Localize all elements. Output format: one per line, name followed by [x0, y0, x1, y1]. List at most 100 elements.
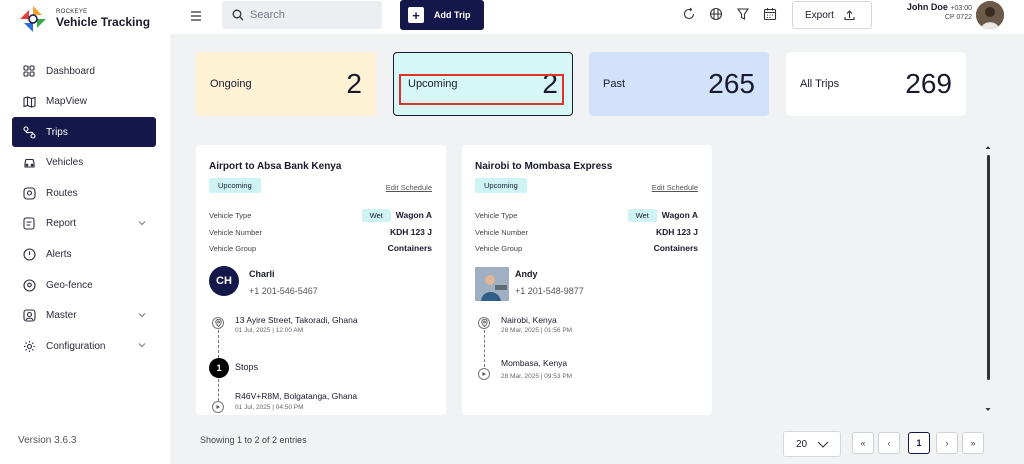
vehicle-type-value: Wagon A — [395, 210, 432, 220]
top-bar: Search + Add Trip Export John Doe +03:00… — [170, 0, 1024, 34]
driver-phone: +1 201-548-9877 — [515, 286, 584, 296]
vehicle-group-value: Containers — [653, 243, 698, 253]
vehicle-type-tag: Wet — [361, 208, 391, 222]
last-page-button[interactable]: » — [962, 432, 984, 454]
sidebar-item-mapview[interactable]: MapView — [12, 87, 156, 117]
report-icon — [22, 217, 36, 231]
stat-card-past[interactable]: Past 265 — [589, 52, 769, 116]
edit-schedule-link[interactable]: Edit Schedule — [386, 183, 432, 192]
sidebar-item-dashboard[interactable]: Dashboard — [12, 56, 156, 86]
stat-card-ongoing[interactable]: Ongoing 2 — [196, 52, 376, 116]
scroll-up-icon[interactable] — [985, 145, 991, 150]
grid-icon — [22, 64, 36, 78]
stat-label: Ongoing — [210, 78, 252, 90]
alert-icon — [22, 248, 36, 262]
origin-address: Nairobi, Kenya — [501, 315, 557, 325]
stat-card-all-trips[interactable]: All Trips 269 — [786, 52, 966, 116]
chevron-down-icon — [138, 218, 146, 229]
per-page-value: 20 — [796, 438, 808, 450]
user-info[interactable]: John Doe +03:00 CP 0722 — [882, 2, 972, 21]
sidebar: ROCKEYE Vehicle Tracking Dashboard MapVi… — [0, 0, 170, 464]
search-placeholder: Search — [250, 9, 285, 21]
scrollbar[interactable] — [984, 145, 992, 415]
trip-card[interactable]: Airport to Absa Bank Kenya Upcoming Edit… — [196, 145, 446, 415]
export-button[interactable]: Export — [792, 1, 872, 29]
sidebar-item-label: Vehicles — [46, 157, 84, 169]
calendar-icon[interactable] — [763, 7, 777, 26]
add-trip-button[interactable]: + Add Trip — [400, 0, 484, 30]
toolbar-icons — [682, 7, 777, 26]
stat-label: Past — [603, 78, 626, 90]
prev-page-button[interactable]: ‹ — [878, 432, 900, 454]
location-icon — [22, 278, 36, 292]
vehicle-number-label: Vehicle Number — [475, 227, 528, 237]
driver-avatar — [475, 267, 509, 301]
export-icon — [844, 9, 855, 20]
sidebar-item-configuration[interactable]: Configuration — [12, 331, 156, 361]
route-line — [218, 379, 219, 401]
route-line — [484, 330, 485, 367]
scroll-down-icon[interactable] — [985, 407, 991, 412]
vehicle-group-value: Containers — [387, 243, 432, 253]
logo-mark-icon — [20, 6, 46, 32]
vehicle-group-label: Vehicle Group — [209, 243, 257, 253]
chevron-right-icon: › — [945, 438, 949, 448]
sidebar-item-label: MapView — [46, 96, 87, 108]
search-input[interactable]: Search — [222, 1, 382, 29]
vehicle-number-value: KDH 123 J — [655, 227, 698, 237]
sidebar-item-vehicles[interactable]: Vehicles — [12, 148, 156, 178]
stops-label: Stops — [235, 362, 259, 372]
route-icon — [22, 125, 36, 139]
user-timezone: +03:00 — [950, 5, 972, 12]
per-page-select[interactable]: 20 — [783, 431, 841, 457]
hamburger-menu-icon[interactable] — [190, 8, 202, 26]
scrollbar-thumb[interactable] — [987, 155, 990, 380]
chevron-down-icon — [138, 340, 146, 351]
table-view-icon[interactable] — [709, 7, 723, 26]
vehicle-group-label: Vehicle Group — [475, 243, 523, 253]
page-button-current[interactable]: 1 — [908, 432, 930, 454]
stat-value: 269 — [905, 68, 952, 99]
filter-icon[interactable] — [736, 7, 750, 26]
user-name: John Doe — [906, 2, 948, 12]
edit-schedule-link[interactable]: Edit Schedule — [652, 183, 698, 192]
sidebar-item-alerts[interactable]: Alerts — [12, 240, 156, 270]
double-chevron-left-icon: « — [860, 438, 866, 448]
brand-logo[interactable]: ROCKEYE Vehicle Tracking — [18, 4, 150, 34]
driver-avatar: CH — [209, 266, 239, 296]
sidebar-item-label: Configuration — [46, 340, 106, 352]
sidebar-item-trips[interactable]: Trips — [12, 117, 156, 148]
status-badge: Upcoming — [475, 178, 527, 193]
sidebar-nav: Dashboard MapView Trips Vehicles Routes … — [12, 56, 156, 362]
export-label: Export — [805, 9, 834, 21]
vehicle-number-row: Vehicle Number KDH 123 J — [475, 225, 698, 239]
driver-name: Andy — [515, 269, 538, 279]
sidebar-item-label: Routes — [46, 187, 78, 199]
sidebar-item-label: Report — [46, 218, 77, 230]
first-page-button[interactable]: « — [852, 432, 874, 454]
avatar[interactable] — [976, 1, 1004, 29]
next-page-button[interactable]: › — [936, 432, 958, 454]
origin-date: 28 Mar, 2025 | 01:56 PM — [501, 327, 573, 334]
sidebar-item-geo-fence[interactable]: Geo-fence — [12, 270, 156, 300]
vehicle-type-label: Vehicle Type — [475, 210, 518, 220]
sidebar-item-master[interactable]: Master — [12, 301, 156, 331]
vehicle-number-value: KDH 123 J — [389, 227, 432, 237]
vehicle-type-row: Vehicle Type Wet Wagon A — [209, 208, 432, 222]
sidebar-item-label: Alerts — [46, 249, 72, 261]
entries-info: Showing 1 to 2 of 2 entries — [200, 435, 307, 445]
sidebar-item-routes[interactable]: Routes — [12, 178, 156, 208]
destination-date: 28 Mar, 2025 | 09:53 PM — [501, 373, 573, 380]
vehicle-type-label: Vehicle Type — [209, 210, 252, 220]
stops-count-badge: 1 — [209, 358, 229, 378]
refresh-icon[interactable] — [682, 7, 696, 26]
vehicle-group-row: Vehicle Group Containers — [209, 241, 432, 255]
sidebar-item-label: Trips — [46, 126, 68, 138]
location-pin-icon — [212, 317, 224, 329]
routes-icon — [22, 186, 36, 200]
sidebar-item-report[interactable]: Report — [12, 209, 156, 239]
double-chevron-right-icon: » — [970, 438, 976, 448]
destination-address: Mombasa, Kenya — [501, 358, 568, 368]
location-pin-icon — [478, 317, 490, 329]
trip-card[interactable]: Nairobi to Mombasa Express Upcoming Edit… — [462, 145, 712, 415]
